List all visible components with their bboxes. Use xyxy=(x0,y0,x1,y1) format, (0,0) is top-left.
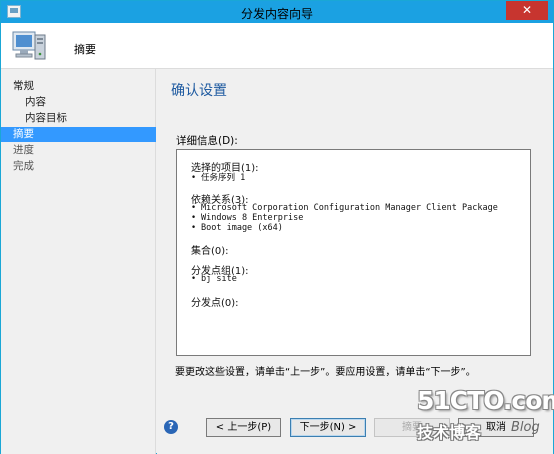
instruction-text: 要更改这些设置，请单击“上一步”。要应用设置，请单击“下一步”。 xyxy=(175,367,476,378)
dependency-item: • Microsoft Corporation Configuration Man… xyxy=(191,203,498,213)
wizard-window: 分发内容向导 ✕ 摘要 常规 内容 内容目标 摘要 进度 完成 确认设置 详细信… xyxy=(0,0,554,454)
wizard-footer: ? < 上一步(P) 下一步(N) > 摘要 取消 xyxy=(157,414,553,454)
help-icon[interactable]: ? xyxy=(164,420,178,434)
selected-item: • 任务序列 1 xyxy=(191,173,246,183)
previous-button[interactable]: < 上一步(P) xyxy=(206,418,281,437)
selected-item-text: 任务序列 1 xyxy=(201,173,246,183)
window-title: 分发内容向导 xyxy=(240,7,313,21)
title-bar[interactable]: 分发内容向导 ✕ xyxy=(1,1,553,23)
page-title: 确认设置 xyxy=(171,83,227,99)
header-title: 摘要 xyxy=(74,43,96,56)
nav-item-general[interactable]: 常规 xyxy=(1,79,156,94)
wizard-content: 确认设置 详细信息(D): 选择的项目(1): • 任务序列 1 依赖关系(3):… xyxy=(157,69,553,414)
wizard-header: 摘要 xyxy=(1,23,553,69)
computer-icon xyxy=(12,31,46,60)
dependency-item-text: Boot image (x64) xyxy=(201,223,283,233)
nav-item-progress: 进度 xyxy=(13,144,34,156)
wizard-nav: 常规 内容 内容目标 摘要 进度 完成 xyxy=(1,69,156,454)
nav-item-summary[interactable]: 摘要 xyxy=(1,127,156,142)
details-textbox[interactable]: 选择的项目(1): • 任务序列 1 依赖关系(3): • Microsoft Co… xyxy=(176,149,531,356)
close-button[interactable]: ✕ xyxy=(506,1,548,20)
dependency-item: • Boot image (x64) xyxy=(191,223,283,233)
next-button[interactable]: 下一步(N) > xyxy=(290,418,366,437)
dependency-item-text: Windows 8 Enterprise xyxy=(201,213,304,223)
collections-heading: 集合(0): xyxy=(191,246,229,257)
details-label: 详细信息(D): xyxy=(176,135,238,147)
dependency-item-text: Microsoft Corporation Configuration Mana… xyxy=(201,203,498,213)
nav-item-content-destination[interactable]: 内容目标 xyxy=(1,111,156,126)
watermark-subtitle: 技术博客 xyxy=(417,423,482,442)
dp-group-item: • bj site xyxy=(191,274,237,284)
dps-heading: 分发点(0): xyxy=(191,298,239,309)
watermark-blog: Blog xyxy=(511,420,540,435)
nav-item-content[interactable]: 内容 xyxy=(1,95,156,110)
dependency-item: • Windows 8 Enterprise xyxy=(191,213,304,223)
dp-group-item-text: bj site xyxy=(201,274,237,284)
watermark-logo: 51CTO.com xyxy=(417,386,554,415)
nav-item-completion: 完成 xyxy=(13,160,34,172)
